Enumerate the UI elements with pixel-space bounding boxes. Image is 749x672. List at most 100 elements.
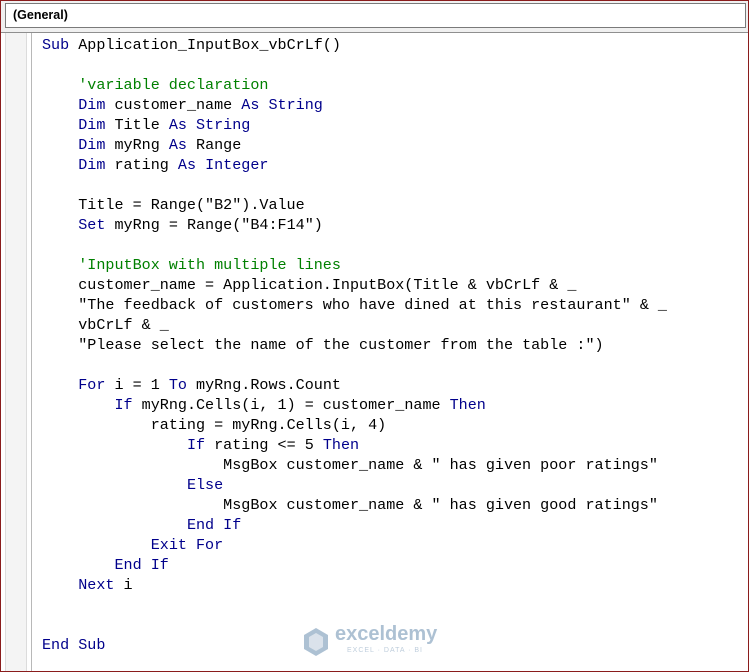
code-keyword: To — [168, 376, 187, 394]
code-text: Title = Range("B2").Value — [78, 196, 305, 214]
code-text: i = 1 — [105, 376, 169, 394]
code-line[interactable]: 'variable declaration — [42, 75, 667, 95]
code-comment: 'variable declaration — [78, 76, 269, 94]
code-text: Application_InputBox_vbCrLf() — [69, 36, 341, 54]
code-line[interactable]: MsgBox customer_name & " has given good … — [42, 495, 667, 515]
code-line[interactable]: "The feedback of customers who have dine… — [42, 295, 667, 315]
code-keyword: As String — [168, 116, 251, 134]
code-line[interactable] — [42, 355, 667, 375]
watermark-tagline: EXCEL · DATA · BI — [347, 647, 423, 654]
code-text: myRng = Range("B4:F14") — [105, 216, 323, 234]
code-line[interactable]: MsgBox customer_name & " has given poor … — [42, 455, 667, 475]
code-keyword: End If — [114, 556, 169, 574]
code-text: myRng — [105, 136, 169, 154]
vba-code-window: (General) Sub Application_InputBox_vbCrL… — [0, 0, 749, 672]
code-text: i — [114, 576, 133, 594]
code-line[interactable]: Dim customer_name As String — [42, 95, 667, 115]
code-line[interactable]: Dim myRng As Range — [42, 135, 667, 155]
code-line[interactable]: Title = Range("B2").Value — [42, 195, 667, 215]
code-text: myRng.Rows.Count — [186, 376, 341, 394]
margin-indicator-strip — [5, 33, 27, 671]
code-keyword: Dim — [78, 96, 106, 114]
code-line[interactable]: rating = myRng.Cells(i, 4) — [42, 415, 667, 435]
code-keyword: If — [186, 436, 206, 454]
code-line[interactable]: Dim Title As String — [42, 115, 667, 135]
code-keyword: Then — [449, 396, 486, 414]
code-keyword: Then — [322, 436, 360, 454]
code-text: MsgBox customer_name & " has given good … — [223, 496, 658, 514]
code-line[interactable] — [42, 595, 667, 615]
code-text: "The feedback of customers who have dine… — [78, 296, 667, 314]
code-keyword: Dim — [78, 156, 106, 174]
code-text: "Please select the name of the customer … — [78, 336, 604, 354]
code-line[interactable]: "Please select the name of the customer … — [42, 335, 667, 355]
code-text: rating = myRng.Cells(i, 4) — [150, 416, 387, 434]
code-line[interactable]: For i = 1 To myRng.Rows.Count — [42, 375, 667, 395]
code-text: MsgBox customer_name & " has given poor … — [223, 456, 658, 474]
code-text: Range — [186, 136, 242, 154]
code-line[interactable]: Next i — [42, 575, 667, 595]
code-line[interactable]: vbCrLf & _ — [42, 315, 667, 335]
code-line[interactable]: End If — [42, 515, 667, 535]
code-line[interactable]: Else — [42, 475, 667, 495]
object-dropdown-value: (General) — [13, 8, 68, 22]
code-keyword: Sub — [42, 36, 70, 54]
code-text: customer_name — [105, 96, 242, 114]
watermark: exceldemy EXCEL · DATA · BI — [303, 623, 453, 661]
watermark-name: exceldemy — [335, 623, 438, 645]
code-keyword: For — [78, 376, 106, 394]
code-line[interactable]: Dim rating As Integer — [42, 155, 667, 175]
code-text: rating <= 5 — [205, 436, 323, 454]
object-dropdown[interactable]: (General) — [5, 3, 746, 28]
code-text: customer_name = Application.InputBox(Tit… — [78, 276, 577, 294]
code-line[interactable]: customer_name = Application.InputBox(Tit… — [42, 275, 667, 295]
code-line[interactable]: 'InputBox with multiple lines — [42, 255, 667, 275]
code-keyword: As Integer — [177, 156, 269, 174]
code-keyword: Else — [186, 476, 224, 494]
exceldemy-logo-icon — [304, 628, 328, 656]
code-line[interactable]: Set myRng = Range("B4:F14") — [42, 215, 667, 235]
code-keyword: If — [114, 396, 133, 414]
code-text: rating — [105, 156, 178, 174]
code-keyword: Dim — [78, 116, 106, 134]
code-text: vbCrLf & _ — [78, 316, 169, 334]
code-keyword: Next — [78, 576, 115, 594]
code-keyword: Dim — [78, 136, 106, 154]
code-line[interactable]: If rating <= 5 Then — [42, 435, 667, 455]
code-line[interactable]: If myRng.Cells(i, 1) = customer_name The… — [42, 395, 667, 415]
object-combo-bar: (General) — [1, 1, 748, 33]
code-line[interactable] — [42, 235, 667, 255]
margin-indicator-bar[interactable] — [1, 33, 32, 671]
code-keyword: Exit For — [150, 536, 224, 554]
code-text-area[interactable]: Sub Application_InputBox_vbCrLf() 'varia… — [42, 35, 667, 655]
code-editor[interactable]: Sub Application_InputBox_vbCrLf() 'varia… — [1, 33, 748, 671]
code-line[interactable]: Exit For — [42, 535, 667, 555]
code-line[interactable] — [42, 175, 667, 195]
code-comment: 'InputBox with multiple lines — [78, 256, 341, 274]
code-line[interactable]: Sub Application_InputBox_vbCrLf() — [42, 35, 667, 55]
code-keyword: End If — [186, 516, 242, 534]
code-line[interactable] — [42, 55, 667, 75]
code-line[interactable]: End If — [42, 555, 667, 575]
